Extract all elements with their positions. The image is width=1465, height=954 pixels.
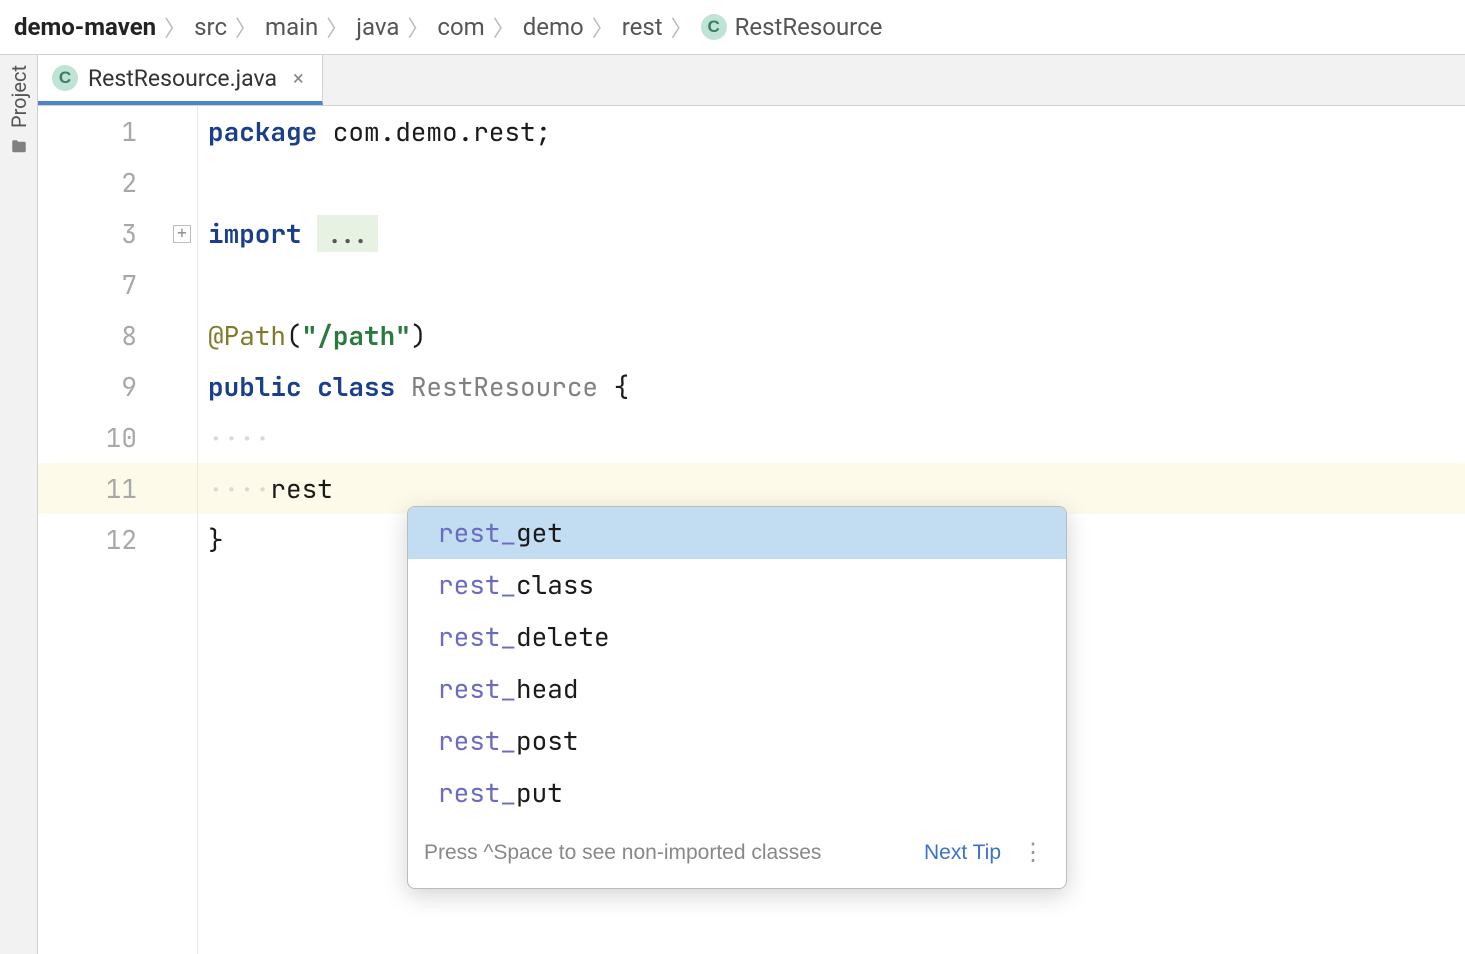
chevron-right-icon: 〉 (235, 11, 257, 43)
breadcrumb-item[interactable]: rest (622, 13, 663, 41)
line-number: 3+ (38, 208, 137, 259)
line-number: 2 (38, 157, 137, 208)
editor-tab-bar: C RestResource.java × (38, 55, 1465, 106)
completion-hint: Press ^Space to see non-imported classes (424, 827, 910, 878)
breadcrumb-label: com (437, 13, 484, 41)
breadcrumb-label: demo-maven (14, 13, 156, 41)
completion-popup: rest_getrest_classrest_deleterest_headre… (407, 506, 1067, 889)
code-line[interactable] (208, 259, 1465, 310)
line-number: 12 (38, 514, 137, 565)
editor-tab-label: RestResource.java (88, 65, 277, 92)
completion-item[interactable]: rest_get (408, 507, 1066, 559)
folder-icon (8, 138, 30, 156)
code-line[interactable]: package com.demo.rest; (208, 106, 1465, 157)
code-line[interactable]: import ... (208, 208, 1465, 259)
project-tool-button[interactable]: Project (7, 65, 31, 128)
breadcrumb-item[interactable]: src (194, 13, 227, 41)
editor-tab-restresource[interactable]: C RestResource.java × (38, 55, 323, 105)
completion-item[interactable]: rest_class (408, 559, 1066, 611)
editor-gutter: 123+789101112 (38, 106, 198, 954)
breadcrumb-label: src (194, 13, 227, 41)
tool-window-bar: Project (0, 55, 38, 954)
breadcrumb-label: demo (523, 13, 584, 41)
line-number: 7 (38, 259, 137, 310)
line-number: 1 (38, 106, 137, 157)
chevron-right-icon: 〉 (407, 11, 429, 43)
more-icon[interactable]: ⋮ (1015, 848, 1050, 858)
chevron-right-icon: 〉 (493, 11, 515, 43)
chevron-right-icon: 〉 (164, 11, 186, 43)
chevron-right-icon: 〉 (592, 11, 614, 43)
breadcrumb-item[interactable]: java (356, 13, 399, 41)
line-number: 8 (38, 310, 137, 361)
completion-footer: Press ^Space to see non-imported classes… (408, 819, 1066, 888)
completion-item[interactable]: rest_delete (408, 611, 1066, 663)
breadcrumb-label: main (265, 13, 318, 41)
code-line[interactable] (208, 157, 1465, 208)
breadcrumb-item[interactable]: main (265, 13, 318, 41)
code-line[interactable]: ···· (208, 412, 1465, 463)
line-number: 10 (38, 412, 137, 463)
line-number: 9 (38, 361, 137, 412)
breadcrumb-label: java (356, 13, 399, 41)
editor-code[interactable]: package com.demo.rest; import ... @Path("/… (198, 106, 1465, 954)
code-line[interactable]: public class RestResource { (208, 361, 1465, 412)
next-tip-link[interactable]: Next Tip (924, 827, 1001, 878)
breadcrumb-item[interactable]: demo-maven (14, 13, 156, 41)
class-icon: C (701, 14, 727, 40)
completion-item[interactable]: rest_post (408, 715, 1066, 767)
breadcrumb-item[interactable]: com (437, 13, 484, 41)
completion-item[interactable]: rest_put (408, 767, 1066, 819)
completion-item[interactable]: rest_head (408, 663, 1066, 715)
code-line[interactable]: @Path("/path") (208, 310, 1465, 361)
close-icon[interactable]: × (293, 66, 304, 90)
breadcrumb-item[interactable]: C RestResource (701, 13, 883, 41)
breadcrumb-label: RestResource (735, 13, 883, 41)
breadcrumb-label: rest (622, 13, 663, 41)
chevron-right-icon: 〉 (671, 11, 693, 43)
chevron-right-icon: 〉 (326, 11, 348, 43)
breadcrumb-item[interactable]: demo (523, 13, 584, 41)
fold-expand-icon[interactable]: + (173, 225, 191, 243)
breadcrumb: demo-maven 〉 src 〉 main 〉 java 〉 com 〉 demo 〉 rest 〉 C… (0, 0, 1465, 55)
class-icon: C (52, 65, 78, 91)
code-editor[interactable]: 123+789101112 package com.demo.rest;impo… (38, 106, 1465, 954)
line-number: 11 (38, 463, 197, 514)
